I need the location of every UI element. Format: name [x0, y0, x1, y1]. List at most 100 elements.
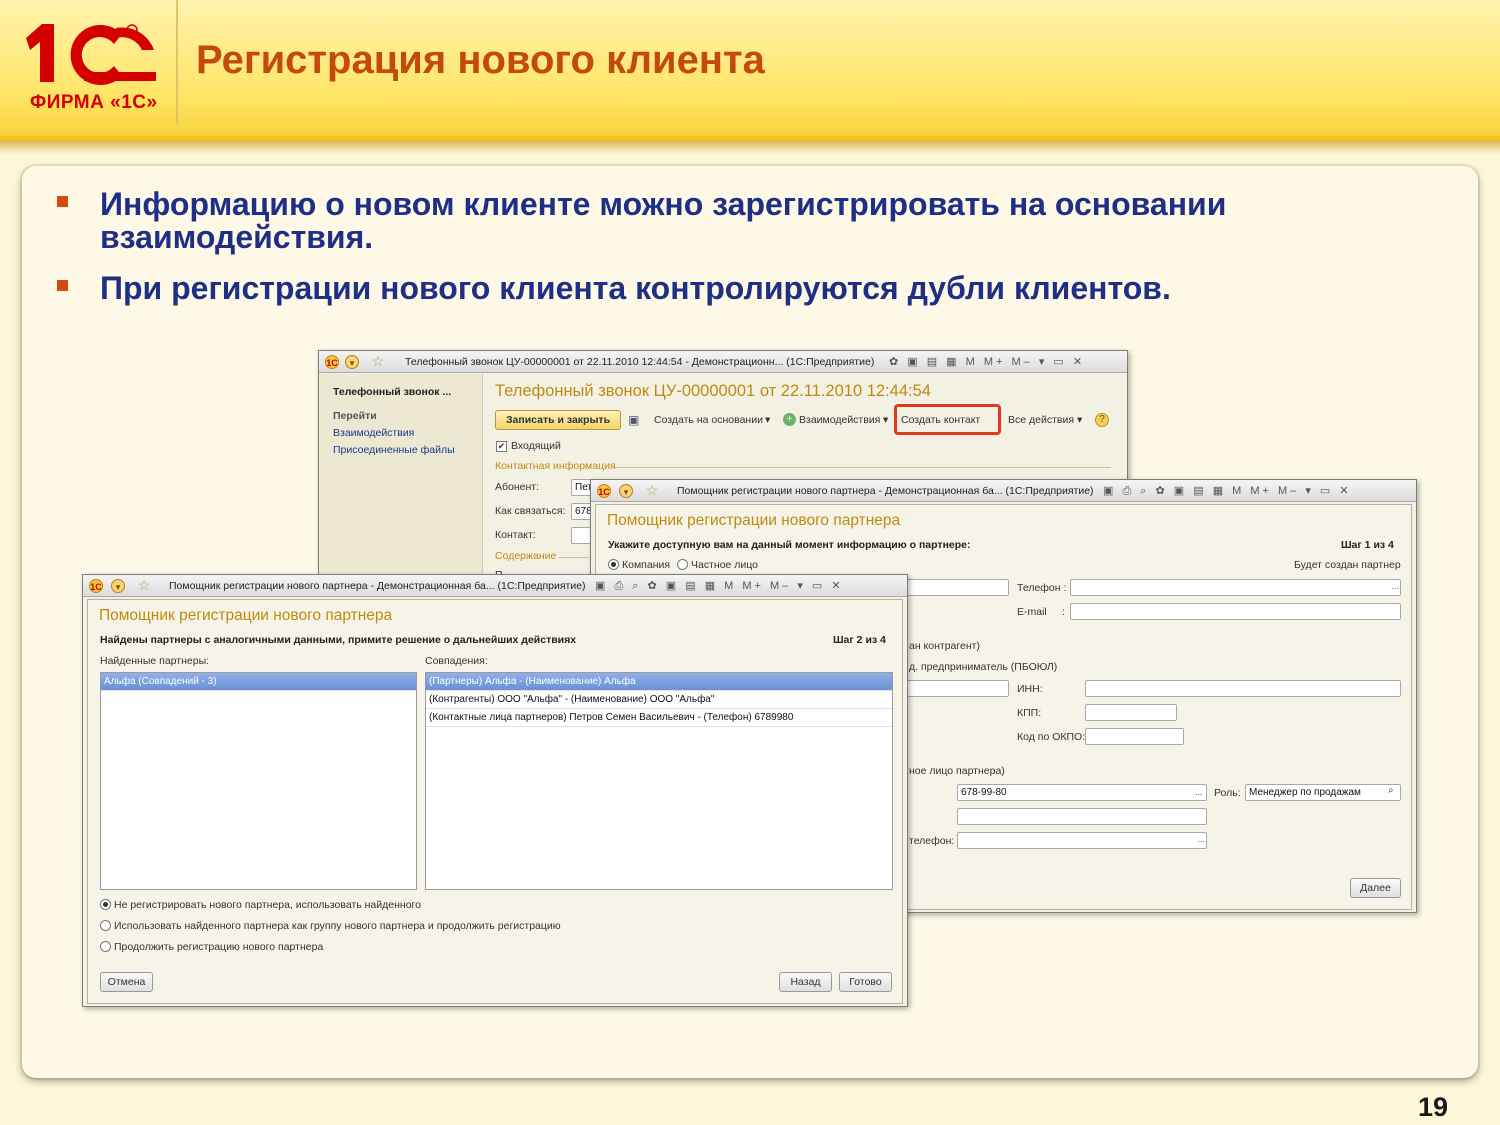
search-icon[interactable]: ⌕ — [1388, 785, 1394, 796]
contact-label: Контакт: — [495, 529, 536, 541]
bullet-item: Информацию о новом клиенте можно зарегис… — [54, 188, 1354, 254]
wizard-heading: Помощник регистрации нового партнера — [607, 512, 901, 529]
logo-text: ФИРМА «1С» — [30, 92, 158, 113]
contact-info-section: Контактная информация — [495, 460, 616, 472]
help-icon[interactable]: ? — [1095, 413, 1109, 427]
kpp-field[interactable] — [1085, 704, 1177, 721]
next-button[interactable]: Далее — [1350, 878, 1401, 898]
contact-person-partial-label: ное лицо партнера) — [909, 765, 1005, 777]
wizard-prompt: Найдены партнеры с аналогичными данными,… — [100, 634, 577, 646]
header-divider — [176, 0, 178, 124]
entrepreneur-partial-label: д. предприниматель (ПБОЮЛ) — [909, 661, 1058, 673]
chevron-down-icon[interactable]: ▾ — [619, 484, 633, 498]
email-field[interactable] — [1070, 603, 1401, 620]
private-person-radio[interactable] — [677, 559, 688, 570]
dropdown-arrow-icon[interactable]: ▾ — [1077, 414, 1082, 426]
counterparty-partial-label: ан контрагент) — [909, 640, 980, 652]
select-dots-icon[interactable]: ... — [1391, 581, 1399, 591]
select-dots-icon[interactable]: ... — [1195, 787, 1203, 797]
select-dots-icon[interactable]: ... — [1197, 834, 1205, 844]
incoming-checkbox[interactable]: ✔ — [496, 441, 507, 452]
contact-phone2-field[interactable]: ... — [957, 832, 1207, 849]
chevron-down-icon[interactable]: ▾ — [111, 579, 125, 593]
nav-item-interactions[interactable]: Взаимодействия — [333, 427, 414, 439]
bullet-marker — [57, 196, 68, 207]
back-button[interactable]: Назад — [779, 972, 832, 992]
nav-panel: Телефонный звонок ... Перейти Взаимодейс… — [319, 374, 483, 580]
favorite-star-icon[interactable]: ☆ — [371, 354, 385, 369]
contact-extra-field[interactable] — [957, 808, 1207, 825]
will-create-label: Будет создан партнер — [1294, 559, 1401, 571]
toolbar-icons[interactable]: ▣ ⎙ ⌕ ✿ ▣ ▤ ▦ M M+ M– ▾ ▭ ✕ — [595, 579, 844, 593]
toolbar-icons[interactable]: ▣ ⎙ ⌕ ✿ ▣ ▤ ▦ M M+ M– ▾ ▭ ✕ — [1103, 484, 1352, 498]
inn-field[interactable] — [1085, 680, 1401, 697]
window-titlebar[interactable]: 1С ▾ ☆ Телефонный звонок ЦУ-00000001 от … — [319, 351, 1127, 373]
wizard-step: Шаг 2 из 4 — [833, 634, 886, 646]
list-item[interactable]: Альфа (Совпадений - 3) — [101, 673, 416, 691]
slide-title: Регистрация нового клиента — [196, 38, 765, 82]
how-to-contact-label: Как связаться: — [495, 505, 566, 517]
all-actions-button[interactable]: Все действия — [1008, 414, 1074, 426]
page-number: 19 — [1418, 1092, 1449, 1122]
nav-title[interactable]: Телефонный звонок ... — [333, 386, 451, 398]
partner-wizard-step2-window: 1С ▾ ☆ Помощник регистрации нового партн… — [82, 574, 908, 1007]
partner-name-field[interactable] — [907, 579, 1009, 596]
favorite-star-icon[interactable]: ☆ — [137, 578, 151, 593]
section-line — [615, 467, 1111, 468]
phone-field[interactable]: ... — [1070, 579, 1401, 596]
bullet-list: Информацию о новом клиенте можно зарегис… — [54, 188, 1354, 323]
phone-partial-label: телефон: — [909, 835, 955, 847]
chevron-down-icon[interactable]: ▾ — [345, 355, 359, 369]
option-radio-use-as-group[interactable] — [100, 920, 111, 931]
subscriber-label: Абонент: — [495, 481, 540, 493]
option-radio-use-found[interactable] — [100, 899, 111, 910]
bullet-marker — [57, 280, 68, 291]
dropdown-arrow-icon[interactable]: ▾ — [883, 414, 888, 426]
window-titlebar[interactable]: 1С ▾ ☆ Помощник регистрации нового партн… — [591, 480, 1416, 502]
okpo-label: Код по ОКПО: — [1017, 731, 1086, 743]
okpo-field[interactable] — [1085, 728, 1184, 745]
logo-1c-icon — [26, 24, 156, 86]
kpp-label: КПП: — [1017, 707, 1042, 719]
nav-item-attached-files[interactable]: Присоединенные файлы — [333, 444, 455, 456]
cancel-button[interactable]: Отмена — [100, 972, 153, 992]
dropdown-arrow-icon[interactable]: ▾ — [765, 414, 770, 426]
company-radio[interactable] — [608, 559, 619, 570]
app-1c-icon[interactable]: 1С — [597, 484, 611, 498]
section-line — [559, 557, 589, 558]
interactions-button[interactable]: Взаимодействия — [799, 414, 880, 426]
bullet-text: Информацию о новом клиенте можно зарегис… — [100, 186, 1227, 255]
option-radio-continue[interactable] — [100, 941, 111, 952]
matches-list[interactable]: (Партнеры) Альфа - (Наименование) Альфа … — [425, 672, 893, 890]
window-titlebar[interactable]: 1С ▾ ☆ Помощник регистрации нового партн… — [83, 575, 907, 597]
incoming-label: Входящий — [511, 440, 561, 452]
window-title: Телефонный звонок ЦУ-00000001 от 22.11.2… — [405, 356, 875, 368]
window-title: Помощник регистрации нового партнера - Д… — [677, 485, 1094, 497]
create-contact-button[interactable]: Создать контакт — [901, 414, 980, 426]
save-icon[interactable]: ▣ — [628, 413, 639, 427]
add-interaction-icon[interactable]: + — [783, 413, 796, 426]
role-field[interactable]: Менеджер по продажам — [1245, 784, 1401, 801]
bullet-item: При регистрации нового клиента контролир… — [54, 272, 1354, 305]
legal-name-field[interactable] — [907, 680, 1009, 697]
save-close-button[interactable]: Записать и закрыть — [495, 410, 621, 430]
favorite-star-icon[interactable]: ☆ — [645, 483, 659, 498]
nav-goto: Перейти — [333, 410, 377, 422]
company-label: Компания — [622, 559, 671, 571]
app-1c-icon[interactable]: 1С — [89, 579, 103, 593]
create-based-button[interactable]: Создать на основании — [654, 414, 763, 426]
list-item[interactable]: (Контрагенты) ООО "Альфа" - (Наименовани… — [426, 691, 892, 709]
matches-label: Совпадения: — [425, 655, 488, 667]
list-item[interactable]: (Партнеры) Альфа - (Наименование) Альфа — [426, 673, 892, 691]
option-label: Использовать найденного партнера как гру… — [114, 920, 561, 932]
contact-phone-field[interactable]: 678-99-80 — [957, 784, 1207, 801]
done-button[interactable]: Готово — [839, 972, 892, 992]
toolbar-icons[interactable]: ✿ ▣ ▤ ▦ M M+ M– ▾ ▭ ✕ — [889, 355, 1085, 368]
found-partners-list[interactable]: Альфа (Совпадений - 3) — [100, 672, 417, 890]
firm-1c-logo: ФИРМА «1С» — [20, 20, 165, 120]
header-shadow — [0, 140, 1500, 154]
list-item[interactable]: (Контактные лица партнеров) Петров Семен… — [426, 709, 892, 727]
wizard-step: Шаг 1 из 4 — [1341, 539, 1394, 551]
app-1c-icon[interactable]: 1С — [325, 355, 339, 369]
content-section: Содержание — [495, 550, 557, 562]
